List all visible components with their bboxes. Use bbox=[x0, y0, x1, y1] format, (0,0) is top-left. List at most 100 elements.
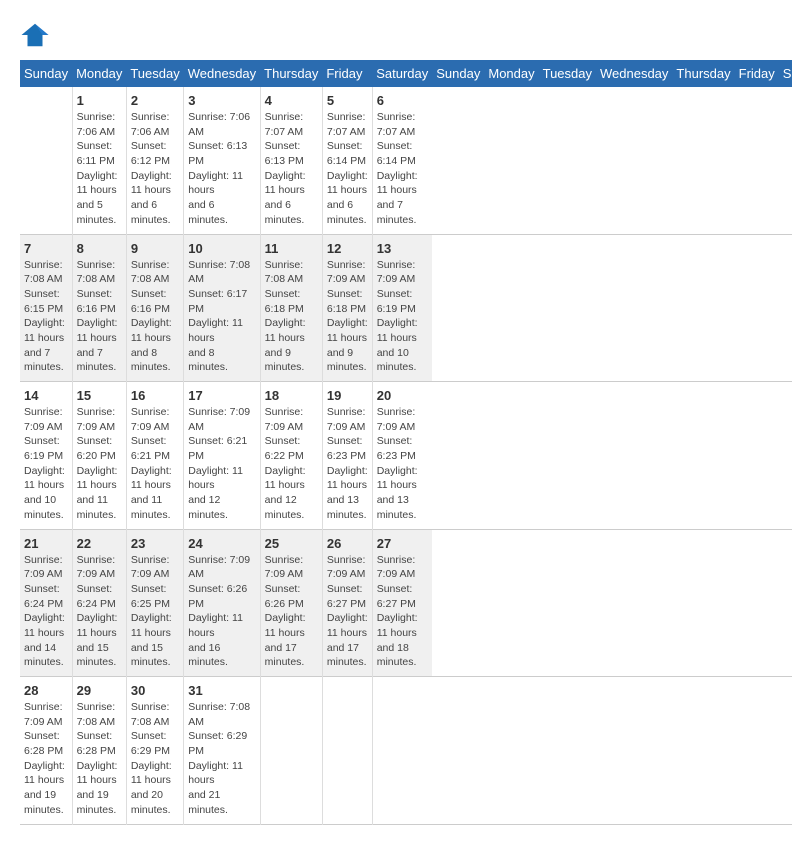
calendar-cell: 9 Sunrise: 7:08 AM Sunset: 6:16 PM Daylig… bbox=[126, 234, 183, 382]
day-info: Sunrise: 7:09 AM Sunset: 6:20 PM Dayligh… bbox=[77, 405, 122, 523]
calendar-cell: 12Sunrise: 7:09 AM Sunset: 6:18 PM Dayli… bbox=[322, 234, 372, 382]
day-number: 21 bbox=[24, 536, 68, 551]
calendar-week-row: 28 Sunrise: 7:09 AM Sunset: 6:28 PM Dayli… bbox=[20, 677, 792, 825]
logo-icon bbox=[20, 20, 50, 50]
day-number: 19 bbox=[327, 388, 368, 403]
calendar-cell: 8 Sunrise: 7:08 AM Sunset: 6:16 PM Daylig… bbox=[72, 234, 126, 382]
day-number: 10 bbox=[188, 241, 255, 256]
calendar-cell: 3Sunrise: 7:06 AM Sunset: 6:13 PM Daylig… bbox=[184, 87, 260, 234]
day-info: Sunrise: 7:06 AM Sunset: 6:13 PM Dayligh… bbox=[188, 110, 255, 228]
calendar-cell: 2 Sunrise: 7:06 AM Sunset: 6:12 PM Daylig… bbox=[126, 87, 183, 234]
calendar-cell: 31 Sunrise: 7:08 AM Sunset: 6:29 PM Dayli… bbox=[184, 677, 260, 825]
day-info: Sunrise: 7:08 AM Sunset: 6:28 PM Dayligh… bbox=[77, 700, 122, 818]
calendar-cell: 25 Sunrise: 7:09 AM Sunset: 6:26 PM Dayli… bbox=[260, 529, 322, 677]
day-info: Sunrise: 7:09 AM Sunset: 6:27 PM Dayligh… bbox=[327, 553, 368, 671]
calendar-cell: 17Sunrise: 7:09 AM Sunset: 6:21 PM Dayli… bbox=[184, 382, 260, 530]
calendar-week-row: 7 Sunrise: 7:08 AM Sunset: 6:15 PM Daylig… bbox=[20, 234, 792, 382]
day-number: 2 bbox=[131, 93, 179, 108]
day-info: Sunrise: 7:09 AM Sunset: 6:26 PM Dayligh… bbox=[265, 553, 318, 671]
calendar-cell bbox=[372, 677, 432, 825]
day-number: 5 bbox=[327, 93, 368, 108]
day-number: 26 bbox=[327, 536, 368, 551]
calendar-cell: 22 Sunrise: 7:09 AM Sunset: 6:24 PM Dayli… bbox=[72, 529, 126, 677]
day-number: 13 bbox=[377, 241, 429, 256]
calendar-cell: 21 Sunrise: 7:09 AM Sunset: 6:24 PM Dayli… bbox=[20, 529, 72, 677]
calendar-cell: 30 Sunrise: 7:08 AM Sunset: 6:29 PM Dayli… bbox=[126, 677, 183, 825]
calendar-week-row: 1 Sunrise: 7:06 AM Sunset: 6:11 PM Daylig… bbox=[20, 87, 792, 234]
calendar-cell: 13 Sunrise: 7:09 AM Sunset: 6:19 PM Dayli… bbox=[372, 234, 432, 382]
day-info: Sunrise: 7:09 AM Sunset: 6:24 PM Dayligh… bbox=[77, 553, 122, 671]
calendar-cell bbox=[260, 677, 322, 825]
day-number: 9 bbox=[131, 241, 179, 256]
calendar-cell: 28 Sunrise: 7:09 AM Sunset: 6:28 PM Dayli… bbox=[20, 677, 72, 825]
logo bbox=[20, 20, 54, 50]
header-sunday: Sunday bbox=[432, 60, 484, 87]
calendar-cell: 7 Sunrise: 7:08 AM Sunset: 6:15 PM Daylig… bbox=[20, 234, 72, 382]
day-number: 8 bbox=[77, 241, 122, 256]
day-info: Sunrise: 7:09 AM Sunset: 6:22 PM Dayligh… bbox=[265, 405, 318, 523]
calendar-cell: 29 Sunrise: 7:08 AM Sunset: 6:28 PM Dayli… bbox=[72, 677, 126, 825]
day-info: Sunrise: 7:07 AM Sunset: 6:14 PM Dayligh… bbox=[327, 110, 368, 228]
day-number: 15 bbox=[77, 388, 122, 403]
day-info: Sunrise: 7:09 AM Sunset: 6:28 PM Dayligh… bbox=[24, 700, 68, 818]
day-info: Sunrise: 7:09 AM Sunset: 6:25 PM Dayligh… bbox=[131, 553, 179, 671]
calendar-cell: 11Sunrise: 7:08 AM Sunset: 6:18 PM Dayli… bbox=[260, 234, 322, 382]
calendar-cell: 10 Sunrise: 7:08 AM Sunset: 6:17 PM Dayli… bbox=[184, 234, 260, 382]
calendar-cell: 20 Sunrise: 7:09 AM Sunset: 6:23 PM Dayli… bbox=[372, 382, 432, 530]
header-day-saturday: Saturday bbox=[372, 60, 432, 87]
header-day-tuesday: Tuesday bbox=[126, 60, 183, 87]
day-number: 1 bbox=[77, 93, 122, 108]
day-number: 16 bbox=[131, 388, 179, 403]
day-number: 20 bbox=[377, 388, 429, 403]
header-friday: Friday bbox=[735, 60, 779, 87]
header-day-wednesday: Wednesday bbox=[184, 60, 260, 87]
calendar-cell: 6Sunrise: 7:07 AM Sunset: 6:14 PM Daylig… bbox=[372, 87, 432, 234]
header-day-sunday: Sunday bbox=[20, 60, 72, 87]
day-number: 22 bbox=[77, 536, 122, 551]
day-number: 24 bbox=[188, 536, 255, 551]
day-info: Sunrise: 7:08 AM Sunset: 6:29 PM Dayligh… bbox=[188, 700, 255, 818]
day-info: Sunrise: 7:08 AM Sunset: 6:18 PM Dayligh… bbox=[265, 258, 318, 376]
calendar-cell: 5 Sunrise: 7:07 AM Sunset: 6:14 PM Daylig… bbox=[322, 87, 372, 234]
calendar-cell bbox=[322, 677, 372, 825]
day-info: Sunrise: 7:09 AM Sunset: 6:23 PM Dayligh… bbox=[377, 405, 429, 523]
day-info: Sunrise: 7:09 AM Sunset: 6:27 PM Dayligh… bbox=[377, 553, 429, 671]
calendar-cell bbox=[20, 87, 72, 234]
day-info: Sunrise: 7:08 AM Sunset: 6:15 PM Dayligh… bbox=[24, 258, 68, 376]
calendar-cell: 18Sunrise: 7:09 AM Sunset: 6:22 PM Dayli… bbox=[260, 382, 322, 530]
calendar-cell: 26 Sunrise: 7:09 AM Sunset: 6:27 PM Dayli… bbox=[322, 529, 372, 677]
day-number: 23 bbox=[131, 536, 179, 551]
calendar-cell: 27Sunrise: 7:09 AM Sunset: 6:27 PM Dayli… bbox=[372, 529, 432, 677]
calendar-cell: 16Sunrise: 7:09 AM Sunset: 6:21 PM Dayli… bbox=[126, 382, 183, 530]
day-number: 7 bbox=[24, 241, 68, 256]
day-info: Sunrise: 7:09 AM Sunset: 6:18 PM Dayligh… bbox=[327, 258, 368, 376]
calendar-table: SundayMondayTuesdayWednesdayThursdayFrid… bbox=[20, 60, 792, 825]
day-info: Sunrise: 7:09 AM Sunset: 6:19 PM Dayligh… bbox=[377, 258, 429, 376]
day-info: Sunrise: 7:08 AM Sunset: 6:16 PM Dayligh… bbox=[77, 258, 122, 376]
day-info: Sunrise: 7:09 AM Sunset: 6:24 PM Dayligh… bbox=[24, 553, 68, 671]
calendar-cell: 15 Sunrise: 7:09 AM Sunset: 6:20 PM Dayli… bbox=[72, 382, 126, 530]
day-number: 4 bbox=[265, 93, 318, 108]
calendar-cell: 24Sunrise: 7:09 AM Sunset: 6:26 PM Dayli… bbox=[184, 529, 260, 677]
header-day-monday: Monday bbox=[72, 60, 126, 87]
day-info: Sunrise: 7:08 AM Sunset: 6:16 PM Dayligh… bbox=[131, 258, 179, 376]
day-number: 28 bbox=[24, 683, 68, 698]
day-info: Sunrise: 7:08 AM Sunset: 6:29 PM Dayligh… bbox=[131, 700, 179, 818]
calendar-header-row: SundayMondayTuesdayWednesdayThursdayFrid… bbox=[20, 60, 792, 87]
day-number: 29 bbox=[77, 683, 122, 698]
header-saturday: Saturday bbox=[779, 60, 792, 87]
day-number: 6 bbox=[377, 93, 429, 108]
day-info: Sunrise: 7:09 AM Sunset: 6:19 PM Dayligh… bbox=[24, 405, 68, 523]
calendar-week-row: 14 Sunrise: 7:09 AM Sunset: 6:19 PM Dayli… bbox=[20, 382, 792, 530]
page-header bbox=[20, 20, 772, 50]
header-tuesday: Tuesday bbox=[539, 60, 596, 87]
day-number: 17 bbox=[188, 388, 255, 403]
day-info: Sunrise: 7:06 AM Sunset: 6:12 PM Dayligh… bbox=[131, 110, 179, 228]
day-number: 14 bbox=[24, 388, 68, 403]
calendar-cell: 14 Sunrise: 7:09 AM Sunset: 6:19 PM Dayli… bbox=[20, 382, 72, 530]
day-number: 30 bbox=[131, 683, 179, 698]
day-number: 31 bbox=[188, 683, 255, 698]
day-number: 25 bbox=[265, 536, 318, 551]
day-info: Sunrise: 7:06 AM Sunset: 6:11 PM Dayligh… bbox=[77, 110, 122, 228]
day-info: Sunrise: 7:08 AM Sunset: 6:17 PM Dayligh… bbox=[188, 258, 255, 376]
